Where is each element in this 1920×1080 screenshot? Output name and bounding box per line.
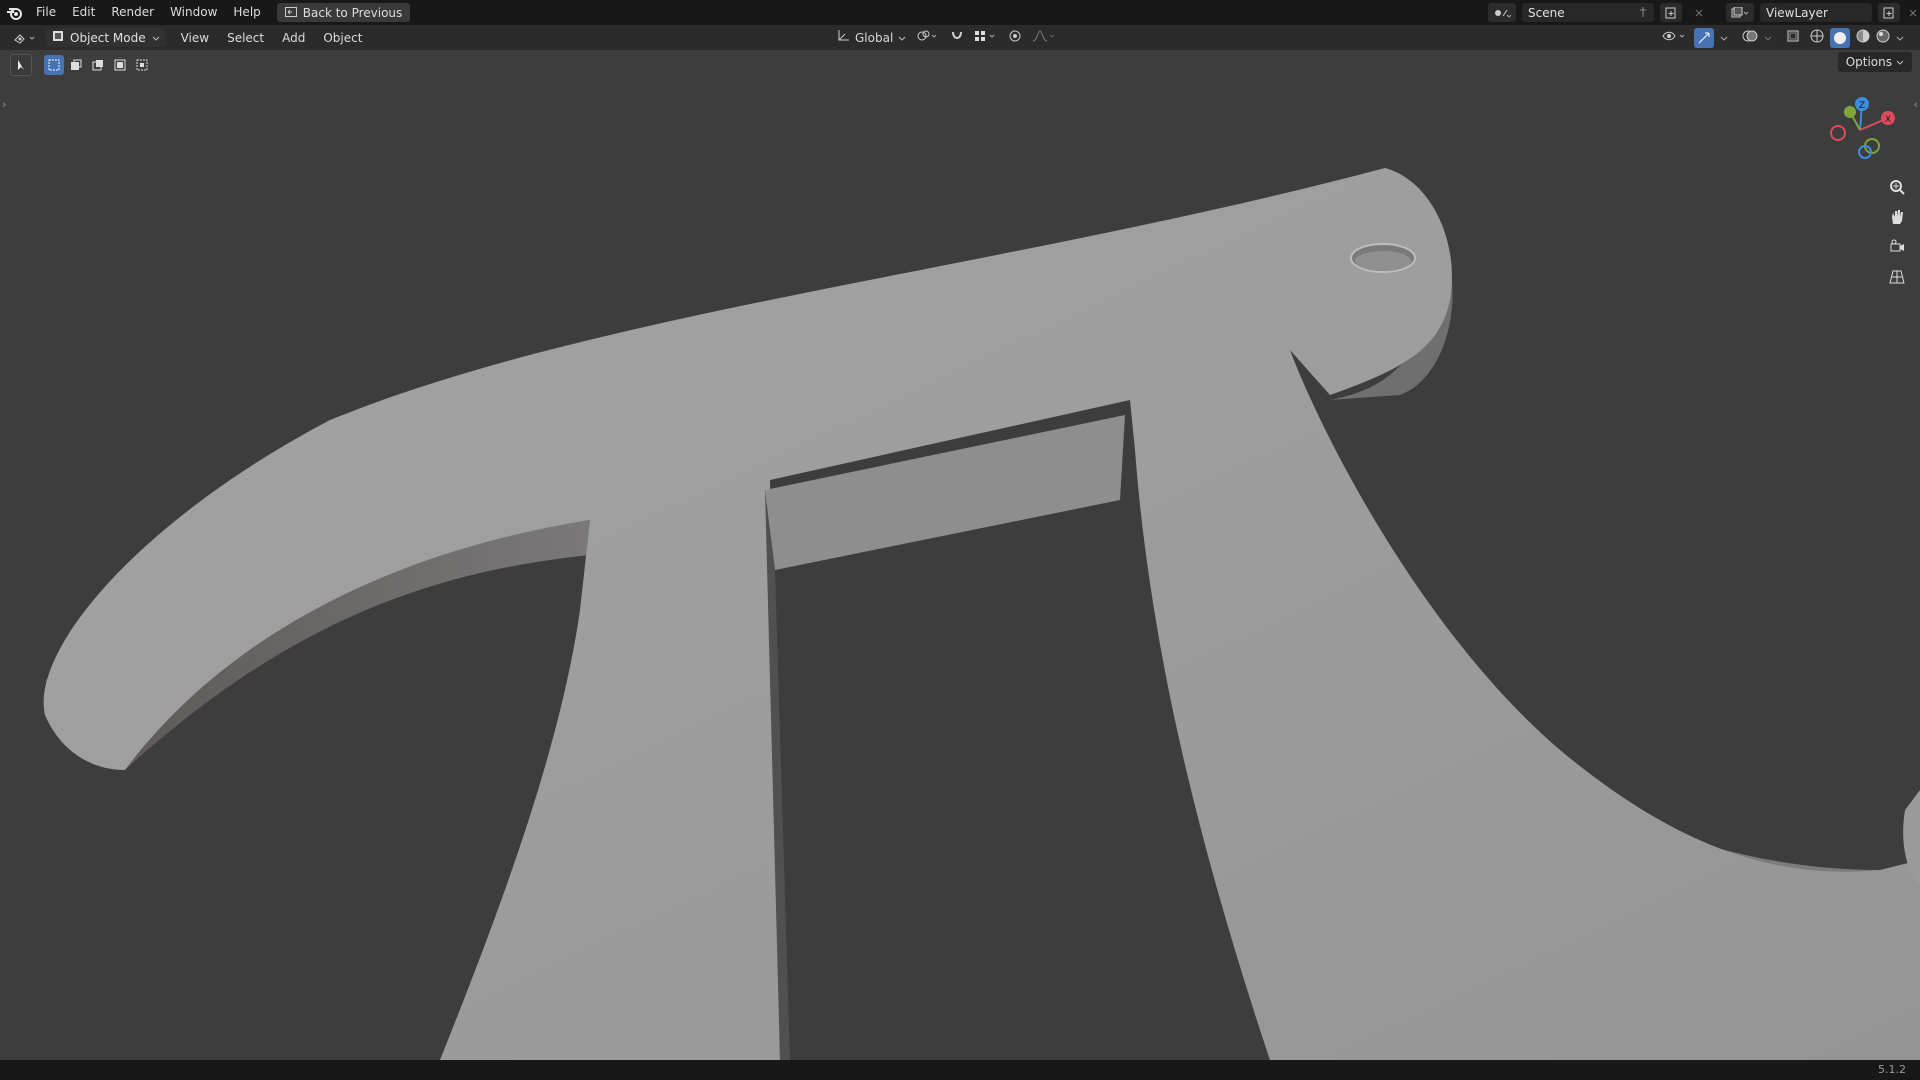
gizmo-toggle-icon[interactable] — [1694, 27, 1714, 48]
version-label: 5.1.2 — [1878, 1063, 1906, 1076]
svg-text:X: X — [1885, 115, 1891, 125]
delete-viewlayer-icon[interactable] — [1906, 3, 1920, 22]
menu-edit[interactable]: Edit — [64, 0, 103, 25]
perspective-toggle-icon[interactable] — [1884, 264, 1910, 290]
snap-increment-icon[interactable] — [974, 29, 998, 46]
editor-type-icon[interactable] — [10, 28, 40, 48]
object-mode-icon — [52, 30, 64, 45]
material-preview-icon[interactable] — [1856, 29, 1870, 46]
scene-selector-icon[interactable] — [1488, 3, 1516, 22]
xray-toggle-icon[interactable] — [1786, 29, 1800, 46]
delete-scene-icon[interactable] — [1688, 3, 1710, 22]
object-mode-dropdown[interactable]: Object Mode — [46, 28, 166, 47]
chevron-down-icon — [1896, 55, 1904, 69]
proportional-editing-icon[interactable] — [1008, 29, 1022, 46]
back-to-previous-button[interactable]: Back to Previous — [276, 3, 411, 22]
select-invert-icon[interactable] — [110, 55, 130, 75]
select-new-icon[interactable] — [44, 55, 64, 75]
chevron-down-icon — [152, 31, 160, 45]
svg-text:Z: Z — [1859, 101, 1865, 111]
rendered-shading-icon[interactable] — [1876, 29, 1890, 46]
status-bar: 5.1.2 — [0, 1060, 1920, 1080]
options-label: Options — [1845, 55, 1892, 69]
back-to-previous-label: Back to Previous — [302, 5, 403, 20]
chevron-down-icon[interactable] — [1896, 31, 1904, 45]
menu-window[interactable]: Window — [162, 0, 225, 25]
chevron-down-icon[interactable] — [1764, 31, 1772, 45]
select-intersect-icon[interactable] — [132, 55, 152, 75]
menu-object[interactable]: Object — [314, 31, 371, 45]
pivot-point-icon[interactable] — [916, 29, 940, 46]
menu-render[interactable]: Render — [103, 0, 162, 25]
new-scene-icon[interactable] — [1660, 3, 1682, 22]
transform-orientation-label: Global — [855, 30, 894, 45]
pi-mesh-render — [43, 168, 1920, 1060]
new-viewlayer-icon[interactable] — [1878, 3, 1900, 22]
orientation-axes-icon — [836, 29, 850, 46]
chevron-down-icon[interactable] — [1720, 31, 1728, 45]
back-icon — [284, 6, 297, 20]
viewport-header: Object Mode View Select Add Object Globa… — [0, 25, 1920, 50]
solid-shading-icon[interactable] — [1830, 27, 1850, 48]
toolbar-expand-icon[interactable]: › — [2, 98, 6, 111]
select-subtract-icon[interactable] — [88, 55, 108, 75]
overlays-toggle-icon[interactable] — [1742, 29, 1758, 46]
viewlayer-selector-icon[interactable] — [1726, 3, 1754, 22]
menu-add[interactable]: Add — [273, 31, 314, 45]
menu-view[interactable]: View — [172, 31, 218, 45]
menu-help[interactable]: Help — [225, 0, 268, 25]
options-dropdown[interactable]: Options — [1837, 52, 1912, 72]
transform-orientation-dropdown[interactable]: Global — [836, 29, 906, 46]
navigation-gizmo[interactable]: Z X — [1820, 90, 1900, 170]
object-mode-label: Object Mode — [70, 30, 146, 45]
menu-select[interactable]: Select — [218, 31, 273, 45]
select-tool-icon[interactable] — [10, 54, 32, 76]
select-extend-icon[interactable] — [66, 55, 86, 75]
viewlayer-name: ViewLayer — [1766, 5, 1828, 20]
top-bar: File Edit Render Window Help Back to Pre… — [0, 0, 1920, 25]
wireframe-shading-icon[interactable] — [1810, 29, 1824, 46]
sidebar-expand-icon[interactable]: ‹ — [1914, 98, 1918, 111]
tool-header — [10, 54, 152, 76]
chevron-down-icon — [898, 31, 906, 45]
blender-logo-icon[interactable] — [0, 0, 28, 25]
proportional-falloff-icon[interactable] — [1032, 29, 1056, 46]
pin-icon[interactable] — [1638, 6, 1648, 20]
scene-field[interactable]: Scene — [1522, 3, 1654, 22]
3d-viewport[interactable]: Options › ‹ Z X — [0, 50, 1920, 1060]
gizmo-y-axis[interactable] — [1844, 106, 1856, 118]
viewlayer-field[interactable]: ViewLayer — [1760, 3, 1872, 22]
snap-toggle-icon[interactable] — [950, 29, 964, 46]
zoom-icon[interactable] — [1884, 174, 1910, 200]
visibility-selectability-icon[interactable] — [1662, 29, 1688, 46]
menu-file[interactable]: File — [28, 0, 64, 25]
camera-view-icon[interactable] — [1884, 234, 1910, 260]
scene-name: Scene — [1528, 5, 1565, 20]
pan-hand-icon[interactable] — [1884, 204, 1910, 230]
gizmo-neg-x-axis[interactable] — [1830, 125, 1846, 141]
